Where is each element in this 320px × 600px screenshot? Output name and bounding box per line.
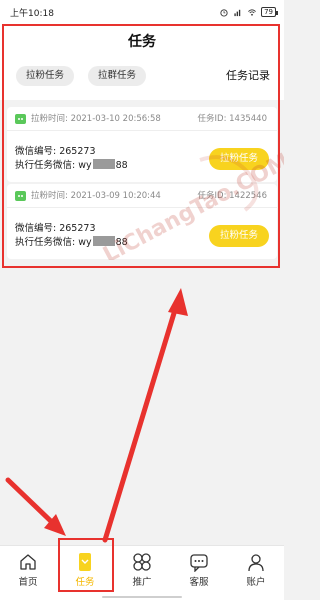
wechat-icon xyxy=(15,114,26,124)
task-card: 拉粉时间: 2021-03-10 20:56:58 任务ID: 1435440 … xyxy=(7,107,277,182)
screen: 上午10:18 79 任务 拉粉任务 拉群任务 任务记录 拉粉时间: 2021-… xyxy=(0,0,284,600)
pull-fans-button[interactable]: 拉粉任务 xyxy=(209,148,269,170)
nav-home[interactable]: 首页 xyxy=(0,546,56,595)
exec-wechat-suffix: 88 xyxy=(115,160,128,171)
exec-wechat: 执行任务微信: wy 88 xyxy=(15,157,128,171)
promote-icon xyxy=(133,553,151,571)
nav-service[interactable]: 客服 xyxy=(171,546,227,595)
nav-task[interactable]: 任务 xyxy=(57,546,113,595)
task-card-header: 拉粉时间: 2021-03-10 20:56:58 任务ID: 1435440 xyxy=(7,107,277,131)
arrow-down-icon xyxy=(5,477,66,536)
pull-fans-button[interactable]: 拉粉任务 xyxy=(209,225,269,247)
home-indicator xyxy=(0,594,284,600)
wechat-number: 微信编号: 265273 xyxy=(15,223,96,234)
redacted-mask xyxy=(92,236,115,246)
nav-label: 客服 xyxy=(189,577,209,588)
arrow-up-icon xyxy=(102,288,188,543)
nav-promote[interactable]: 推广 xyxy=(114,546,170,595)
wechat-number: 微信编号: 265273 xyxy=(15,146,96,157)
tab-fans-task[interactable]: 拉粉任务 xyxy=(16,66,74,86)
task-card: 拉粉时间: 2021-03-09 10:20:44 任务ID: 1422546 … xyxy=(7,184,277,259)
exec-wechat-prefix: 执行任务微信: wy xyxy=(15,160,92,171)
wifi-icon xyxy=(248,8,256,16)
bottom-nav: 首页 任务 推广 客服 账户 xyxy=(0,545,284,594)
nav-label: 推广 xyxy=(132,577,152,588)
account-icon xyxy=(248,554,264,572)
task-time: 拉粉时间: 2021-03-10 20:56:58 xyxy=(31,114,161,124)
task-icon xyxy=(79,553,91,571)
home-icon xyxy=(20,554,36,570)
alarm-icon xyxy=(220,8,228,17)
signal-icon xyxy=(234,9,241,16)
nav-label: 账户 xyxy=(246,577,266,588)
task-id: 任务ID: 1422546 xyxy=(197,191,267,201)
tab-group-task[interactable]: 拉群任务 xyxy=(88,66,146,86)
nav-account[interactable]: 账户 xyxy=(228,546,284,595)
page-title: 任务 xyxy=(0,24,284,60)
service-icon xyxy=(190,554,208,572)
task-time: 拉粉时间: 2021-03-09 10:20:44 xyxy=(31,191,161,201)
status-icons: 79 xyxy=(219,7,278,17)
exec-wechat-suffix: 88 xyxy=(115,237,128,248)
nav-label: 任务 xyxy=(75,577,95,588)
task-type-tabs: 拉粉任务 拉群任务 任务记录 xyxy=(0,60,284,100)
wechat-icon xyxy=(15,191,26,201)
redacted-mask xyxy=(92,159,115,169)
exec-wechat: 执行任务微信: wy 88 xyxy=(15,234,128,248)
task-card-header: 拉粉时间: 2021-03-09 10:20:44 任务ID: 1422546 xyxy=(7,184,277,208)
status-bar: 上午10:18 79 xyxy=(0,0,284,24)
task-record-link[interactable]: 任务记录 xyxy=(226,66,270,86)
status-time: 上午10:18 xyxy=(10,8,54,19)
exec-wechat-prefix: 执行任务微信: wy xyxy=(15,237,92,248)
nav-label: 首页 xyxy=(18,577,38,588)
battery-icon: 79 xyxy=(261,7,278,17)
task-id: 任务ID: 1435440 xyxy=(197,114,267,124)
